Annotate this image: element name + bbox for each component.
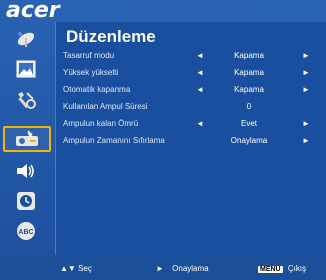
- up-down-arrows-icon: ▲▼: [60, 264, 76, 273]
- row-label: Tasarruf modu: [63, 51, 115, 60]
- sidebar-item-management[interactable]: [3, 126, 51, 152]
- row-value: Kapama: [234, 51, 264, 60]
- menu-row-eco-mode[interactable]: Tasarruf modu ◄ Kapama ►: [56, 48, 326, 64]
- select-hint: ▲▼ Seç: [60, 264, 92, 273]
- select-label: Seç: [78, 264, 92, 273]
- row-value: Onaylama: [230, 136, 268, 145]
- sidebar-item-color[interactable]: [10, 26, 42, 52]
- menu-row-lamp-hours: Kullanılan Ampul Süresi 0: [56, 99, 326, 115]
- settings-tools-icon: [18, 92, 36, 109]
- right-arrow-icon: ►: [156, 264, 164, 273]
- sidebar-item-settings[interactable]: [10, 88, 42, 114]
- left-arrow-icon[interactable]: ◄: [196, 51, 204, 60]
- speaker-icon: [17, 164, 34, 178]
- picture-icon: [16, 60, 36, 78]
- sidebar-item-language[interactable]: ABC: [10, 218, 42, 244]
- exit-label: Çıkış: [287, 264, 307, 273]
- svg-text:ABC: ABC: [18, 229, 33, 236]
- menu-row-lamp-hour-reset[interactable]: Ampulun Zamanını Sıfırlama Onaylama ►: [56, 133, 326, 149]
- right-arrow-icon[interactable]: ►: [302, 85, 310, 94]
- acer-logo: acer: [6, 0, 60, 23]
- sidebar-item-picture[interactable]: [10, 56, 42, 82]
- menu-row-high-altitude[interactable]: Yüksek yükselti ◄ Kapama ►: [56, 65, 326, 81]
- projector-icon: [16, 130, 38, 146]
- row-label: Ampulun kalan Ömrü: [63, 119, 139, 128]
- settings-panel: Düzenleme Tasarruf modu ◄ Kapama ► Yükse…: [55, 22, 326, 255]
- satellite-dish-icon: [17, 32, 35, 47]
- left-arrow-icon[interactable]: ◄: [196, 68, 204, 77]
- footer-hints: ▲▼ Seç ► Onaylama MENU Çıkış: [0, 256, 326, 280]
- row-label: Yüksek yükselti: [63, 68, 119, 77]
- exit-hint: MENU Çıkış: [258, 264, 306, 273]
- row-label: Ampulun Zamanını Sıfırlama: [63, 136, 165, 145]
- left-arrow-icon[interactable]: ◄: [196, 85, 204, 94]
- right-arrow-icon[interactable]: ►: [302, 119, 310, 128]
- menu-row-auto-shutdown[interactable]: Otomatik kapanma ◄ Kapama ►: [56, 82, 326, 98]
- sidebar: ABC: [0, 22, 52, 255]
- clock-icon: [17, 192, 35, 210]
- row-label: Kullanılan Ampul Süresi: [63, 102, 148, 111]
- page-title: Düzenleme: [66, 27, 156, 46]
- row-label: Otomatik kapanma: [63, 85, 131, 94]
- confirm-hint: ► Onaylama: [156, 264, 209, 273]
- menu-row-lamp-life-reminder[interactable]: Ampulun kalan Ömrü ◄ Evet ►: [56, 116, 326, 132]
- row-value: Evet: [240, 119, 257, 128]
- confirm-label: Onaylama: [172, 264, 209, 273]
- sidebar-item-timer[interactable]: [10, 188, 42, 214]
- menu-key-icon: MENU: [258, 266, 283, 273]
- right-arrow-icon[interactable]: ►: [302, 68, 310, 77]
- row-value: Kapama: [234, 68, 264, 77]
- osd-window: acer ABC Düzenleme Tasarruf modu ◄ Kapam…: [0, 0, 326, 280]
- right-arrow-icon[interactable]: ►: [302, 136, 310, 145]
- left-arrow-icon[interactable]: ◄: [196, 119, 204, 128]
- row-value: Kapama: [234, 85, 264, 94]
- right-arrow-icon[interactable]: ►: [302, 51, 310, 60]
- language-abc-icon: ABC: [17, 222, 35, 240]
- row-value: 0: [246, 102, 252, 111]
- sidebar-item-audio[interactable]: [10, 158, 42, 184]
